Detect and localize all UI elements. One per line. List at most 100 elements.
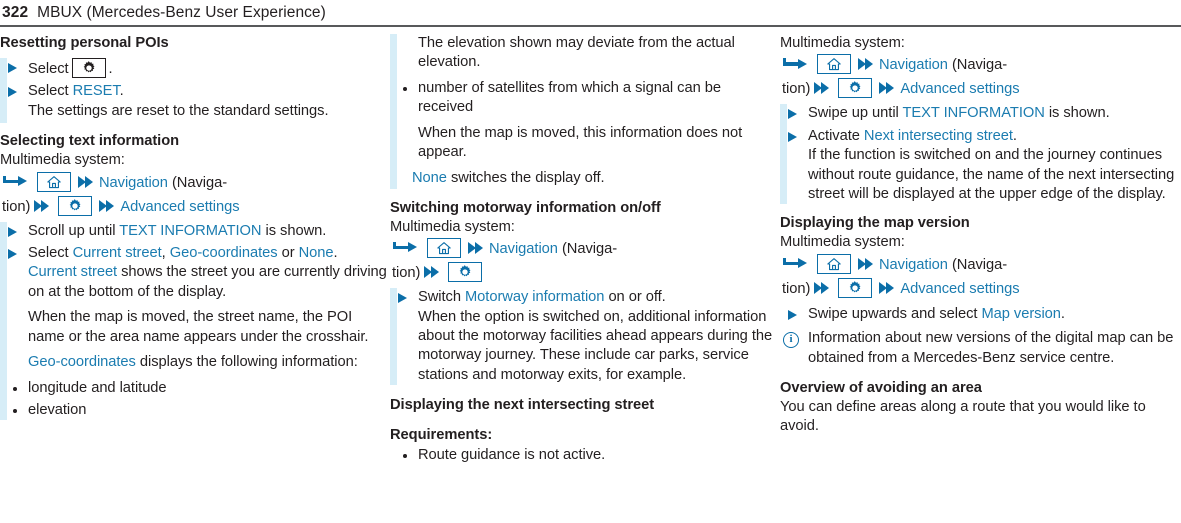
next-intersecting-street-description: If the function is switched on and the j… <box>808 147 1175 203</box>
heading-requirements: Requirements: <box>390 427 493 444</box>
nav-path-motorway-information[interactable]: Navigation (Naviga- tion) <box>390 237 780 285</box>
geo-coordinates-link[interactable]: Geo-coordinates <box>28 354 136 370</box>
current-street-link[interactable]: Current street <box>73 245 162 261</box>
header-divider <box>0 25 1181 27</box>
double-chevron-icon <box>858 257 875 270</box>
nav-paren-open: (Naviga- <box>951 57 1008 74</box>
nav-paren-open: (Naviga- <box>171 174 228 191</box>
home-icon[interactable] <box>817 54 851 75</box>
step-text: Swipe up until <box>808 105 899 122</box>
none-link[interactable]: None <box>412 170 447 186</box>
description-text: displays the following information: <box>139 354 358 371</box>
hooked-arrow-icon <box>782 57 808 72</box>
current-street-link[interactable]: Current street <box>28 264 117 280</box>
step-select-gear[interactable]: Select. <box>0 58 390 79</box>
list-item: longitude and latitude <box>0 379 390 398</box>
nav-paren-close: tion) <box>782 280 811 297</box>
triangle-bullet-icon <box>8 63 17 73</box>
gear-icon[interactable] <box>58 195 93 216</box>
bullet-dot-icon <box>403 454 407 459</box>
triangle-bullet-icon <box>788 131 797 142</box>
heading-resetting-personal-pois: Resetting personal POIs <box>0 35 169 51</box>
triangle-bullet-icon <box>8 226 17 237</box>
nav-paren-open: (Naviga- <box>561 241 618 258</box>
step-activate-next-intersecting-street[interactable]: Activate Next intersecting street. <box>780 127 1181 146</box>
home-icon[interactable] <box>817 253 851 274</box>
text-information-link[interactable]: TEXT INFORMATION <box>119 223 261 239</box>
steps-text-information: Scroll up until TEXT INFORMATION is show… <box>0 221 390 421</box>
motorway-information-link[interactable]: Motorway information <box>465 289 604 305</box>
navigation-link[interactable]: Navigation <box>489 241 558 257</box>
nav-paren-close: tion) <box>782 81 811 98</box>
step-scroll-up[interactable]: Scroll up until TEXT INFORMATION is show… <box>0 222 390 241</box>
double-chevron-icon <box>424 266 441 279</box>
heading-selecting-text-information: Selecting text information <box>0 133 180 150</box>
content-columns: Resetting personal POIs Select. Select R… <box>0 34 1181 523</box>
map-version-link[interactable]: Map version <box>981 306 1061 322</box>
step-text: Scroll up until <box>28 222 116 239</box>
navigation-link[interactable]: Navigation <box>99 175 168 191</box>
advanced-settings-link[interactable]: Advanced settings <box>900 281 1019 297</box>
home-icon[interactable] <box>427 238 461 259</box>
multimedia-system-label: Multimedia system: <box>0 152 125 169</box>
step-select-reset[interactable]: Select RESET. <box>0 82 390 101</box>
page-header: 322 MBUX (Mercedes-Benz User Experience) <box>0 0 1181 26</box>
step-text-suffix: is shown. <box>265 222 327 239</box>
list-item-label: longitude and latitude <box>28 380 167 397</box>
multimedia-system-label: Multimedia system: <box>780 234 905 251</box>
step-text-suffix: . <box>333 245 338 262</box>
hooked-arrow-icon <box>392 241 418 256</box>
description-text: switches the display off. <box>450 170 605 187</box>
advanced-settings-link[interactable]: Advanced settings <box>120 199 239 215</box>
list-item: Route guidance is not active. <box>390 446 780 465</box>
double-chevron-icon <box>34 199 51 212</box>
nav-paren-open: (Naviga- <box>951 256 1008 273</box>
info-icon: i <box>783 332 799 349</box>
reset-link[interactable]: RESET <box>73 83 120 99</box>
page-number: 322 <box>2 4 29 21</box>
home-icon[interactable] <box>37 171 71 192</box>
gear-icon[interactable] <box>448 262 483 283</box>
navigation-link[interactable]: Navigation <box>879 257 948 273</box>
step-text-suffix: is shown. <box>1048 105 1110 122</box>
column-1: Resetting personal POIs Select. Select R… <box>0 34 390 523</box>
page-title: MBUX (Mercedes-Benz User Experience) <box>37 4 326 21</box>
multimedia-system-label: Multimedia system: <box>390 218 515 235</box>
step-swipe-up[interactable]: Swipe up until TEXT INFORMATION is shown… <box>780 104 1181 123</box>
gear-icon[interactable] <box>838 78 873 99</box>
bullet-dot-icon <box>403 86 407 91</box>
next-intersecting-street-link[interactable]: Next intersecting street <box>864 128 1013 144</box>
column-3: Multimedia system: Navigation (Naviga- t… <box>780 34 1181 523</box>
step-text-suffix: . <box>108 61 113 77</box>
gear-icon[interactable] <box>71 58 106 78</box>
gear-icon[interactable] <box>838 277 873 298</box>
nav-path-next-intersecting-street[interactable]: Navigation (Naviga- tion) Advanced settin… <box>780 53 1181 101</box>
triangle-bullet-icon <box>398 293 407 304</box>
step-text: Select <box>28 83 69 100</box>
none-link[interactable]: None <box>299 245 334 261</box>
step-text-suffix: . <box>1060 305 1065 322</box>
steps-next-intersecting-street: Swipe up until TEXT INFORMATION is shown… <box>780 104 1181 205</box>
overview-avoiding-area-text: You can define areas along a route that … <box>780 399 1146 435</box>
nav-path-map-version[interactable]: Navigation (Naviga- tion) Advanced settin… <box>780 253 1181 301</box>
text-information-link[interactable]: TEXT INFORMATION <box>903 105 1045 121</box>
step-select-option[interactable]: Select Current street, Geo-coordinates o… <box>0 244 390 263</box>
motorway-information-description: When the option is switched on, addition… <box>418 308 773 383</box>
advanced-settings-link[interactable]: Advanced settings <box>900 81 1019 97</box>
geo-coordinates-link[interactable]: Geo-coordinates <box>170 245 278 261</box>
bullet-dot-icon <box>13 387 17 392</box>
step-switch-motorway-information[interactable]: Switch Motorway information on or off. <box>390 288 780 307</box>
hooked-arrow-icon <box>2 175 28 190</box>
heading-overview-avoiding-area: Overview of avoiding an area <box>780 380 982 397</box>
steps-motorway-information: Switch Motorway information on or off. W… <box>390 288 780 386</box>
navigation-link[interactable]: Navigation <box>879 57 948 73</box>
triangle-bullet-icon <box>788 109 797 120</box>
bullet-dot-icon <box>13 408 17 413</box>
current-street-description: Current street shows the street you are … <box>0 263 390 302</box>
step-sep: , <box>161 245 166 262</box>
steps-reset-pois: Select. Select RESET. The settings are r… <box>0 58 390 124</box>
step-text-suffix: . <box>119 83 124 100</box>
step-swipe-upwards-map-version[interactable]: Swipe upwards and select Map version. <box>780 305 1181 324</box>
nav-path-text-information[interactable]: Navigation (Naviga- tion) Advanced settin… <box>0 171 390 219</box>
step-reset-description: The settings are reset to the standard s… <box>28 102 329 119</box>
